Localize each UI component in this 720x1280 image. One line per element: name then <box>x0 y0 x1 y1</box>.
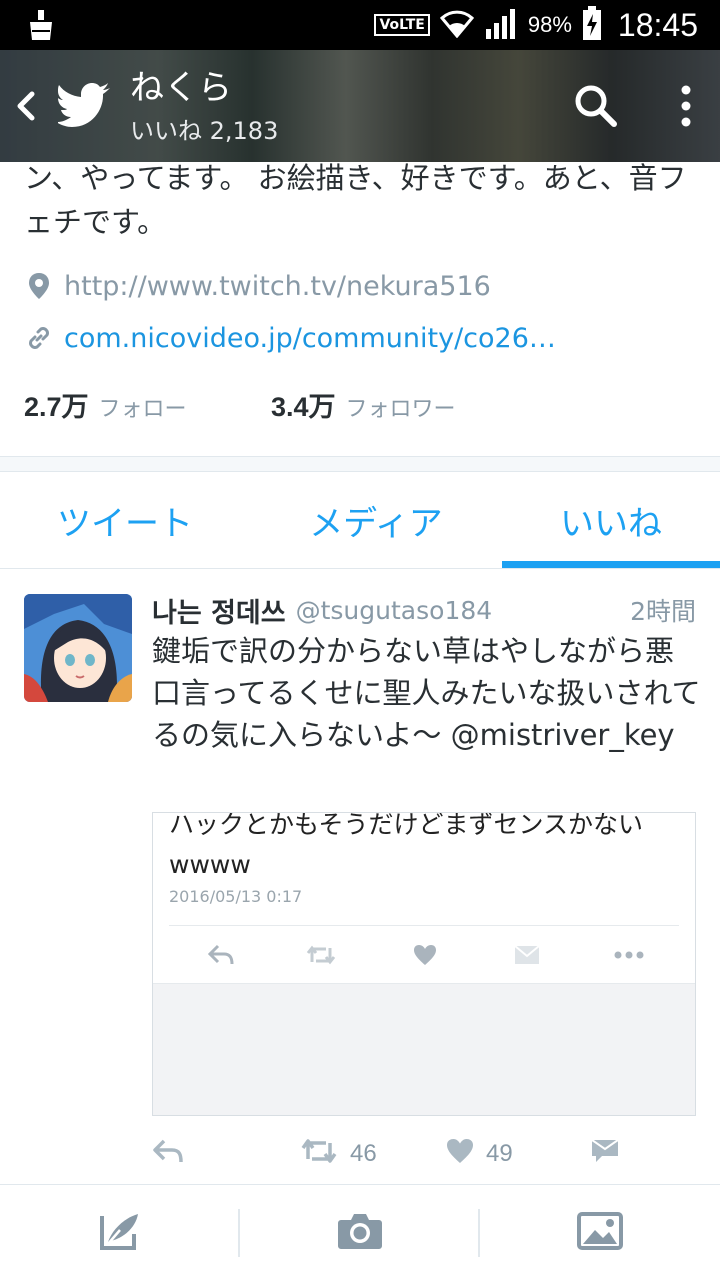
profile-bio: ン、やってます。 お絵描き、好きです。あと、音フェチです。 <box>24 161 687 239</box>
section-divider <box>0 456 720 472</box>
back-arrow-icon[interactable] <box>10 86 40 126</box>
like-count: 49 <box>486 1140 513 1167</box>
compose-button[interactable] <box>0 1185 240 1280</box>
embedded-more-icon <box>611 937 647 973</box>
tweet-author-name[interactable]: 나는 정데쓰 <box>152 591 286 630</box>
avatar[interactable] <box>24 594 132 702</box>
more-vertical-icon[interactable] <box>668 82 704 130</box>
retweet-count: 46 <box>350 1140 377 1167</box>
location-pin-icon <box>24 271 54 301</box>
wifi-icon <box>439 8 474 42</box>
twitter-bird-icon <box>56 82 112 128</box>
envelope-icon <box>590 1138 620 1170</box>
tweet-timestamp: 2時間 <box>630 597 696 626</box>
embedded-heart-icon <box>407 937 443 973</box>
tweet-header: 나는 정데쓰 @tsugutaso184 2時間 <box>152 590 696 630</box>
embedded-envelope-icon <box>509 937 545 973</box>
following-label: フォロー <box>98 396 187 422</box>
following-count: 2.7万 <box>24 391 89 422</box>
tweet-text: 鍵垢で訳の分からない草はやしながら悪口言ってるくせに聖人みたいな扱いされてるの気… <box>152 634 701 752</box>
tabs-bottom-border <box>0 568 720 569</box>
reply-button[interactable] <box>152 1132 184 1176</box>
search-icon[interactable] <box>572 82 620 130</box>
tab-likes[interactable]: いいね <box>502 472 720 568</box>
embedded-reply-icon <box>203 937 239 973</box>
followers-count: 3.4万 <box>271 391 336 422</box>
reply-icon <box>152 1138 184 1170</box>
tweet-actions: 46 49 <box>152 1132 696 1176</box>
embedded-divider <box>169 925 679 926</box>
follow-counts: 2.7万 フォロー 3.4万 フォロワー <box>24 384 456 424</box>
tab-tweets[interactable]: ツイート <box>0 472 250 568</box>
volte-badge: VoLTE <box>374 14 430 36</box>
battery-charging-icon <box>582 6 602 44</box>
gallery-icon <box>577 1212 623 1254</box>
embedded-actions <box>153 937 695 973</box>
link-icon <box>24 323 54 353</box>
followers-label: フォロワー <box>345 396 456 422</box>
profile-header: ねくら いいね 2,183 <box>0 50 720 162</box>
tweet-attached-image[interactable]: ハックとかもそうだけどまずセンスかないwwww 2016/05/13 0:17 <box>152 812 696 1116</box>
embedded-blank-area <box>153 983 695 1115</box>
location-url-text: http://www.twitch.tv/nekura516 <box>64 270 491 302</box>
bottom-compose-bar <box>0 1184 720 1280</box>
profile-website-row[interactable]: com.nicovideo.jp/community/co26… <box>24 318 556 358</box>
camera-icon <box>337 1212 383 1254</box>
retweet-button[interactable]: 46 <box>300 1132 377 1176</box>
camera-button[interactable] <box>240 1185 480 1280</box>
profile-name-title: ねくら <box>130 68 232 108</box>
embedded-tweet-text: ハックとかもそうだけどまずセンスかないwwww <box>169 812 644 879</box>
heart-icon <box>446 1138 474 1170</box>
twitter-profile-screen: VoLTE 98% 18:45 ねくら いいね 2,183 ン、やってます。 お… <box>0 0 720 1280</box>
website-link[interactable]: com.nicovideo.jp/community/co26… <box>64 323 556 354</box>
likes-count-subtitle: いいね 2,183 <box>130 117 279 145</box>
retweet-icon <box>300 1137 338 1171</box>
tweet-author-handle[interactable]: @tsugutaso184 <box>296 596 493 625</box>
tab-media[interactable]: メディア <box>250 472 502 568</box>
status-bar: VoLTE 98% 18:45 <box>0 0 720 50</box>
embedded-retweet-icon <box>303 937 339 973</box>
direct-message-button[interactable] <box>590 1132 620 1176</box>
profile-tabs: ツイート メディア いいね <box>0 472 720 568</box>
like-button[interactable]: 49 <box>446 1132 513 1176</box>
signal-icon <box>484 7 518 43</box>
profile-location-row: http://www.twitch.tv/nekura516 <box>24 266 491 306</box>
compose-icon <box>98 1210 142 1256</box>
followers-stat[interactable]: 3.4万 フォロワー <box>271 385 456 424</box>
gallery-button[interactable] <box>480 1185 720 1280</box>
battery-percent: 98% <box>527 12 572 37</box>
embedded-tweet-date: 2016/05/13 0:17 <box>169 887 303 906</box>
following-stat[interactable]: 2.7万 フォロー <box>24 385 271 424</box>
clock: 18:45 <box>617 6 698 43</box>
cleaner-notification-icon <box>28 10 54 44</box>
